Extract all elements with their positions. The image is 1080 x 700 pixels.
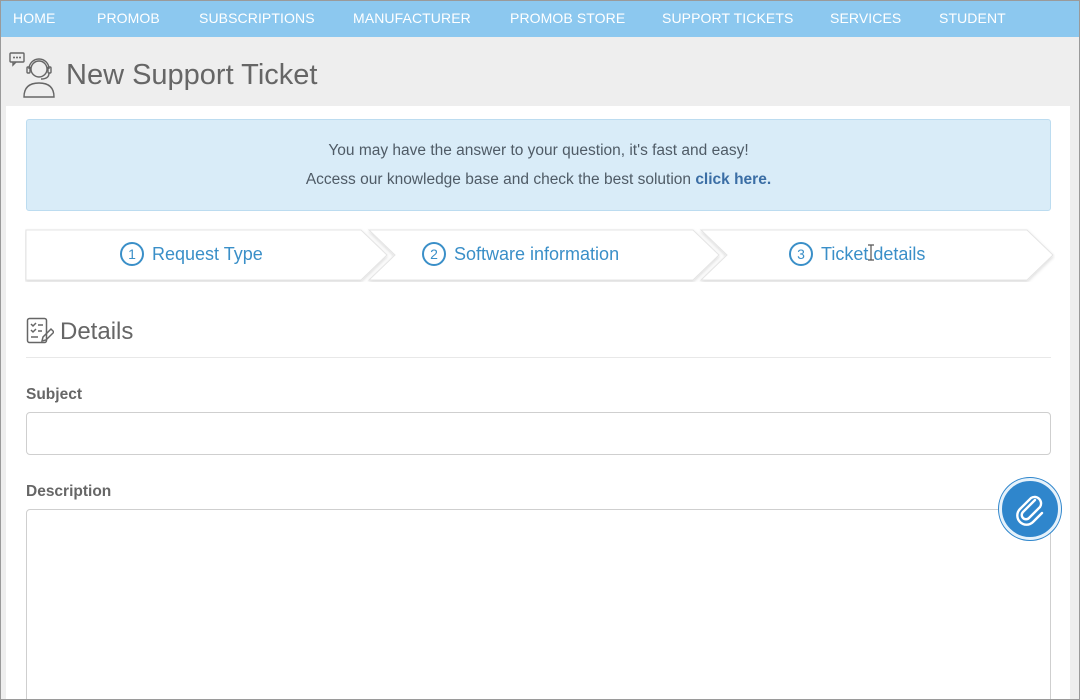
details-heading: Details	[60, 318, 134, 345]
nav-item-services[interactable]: SERVICES	[830, 10, 901, 26]
page-title: New Support Ticket	[66, 59, 318, 91]
nav-item-home[interactable]: HOME	[13, 10, 55, 26]
alert-line-2: Access our knowledge base and check the …	[27, 171, 1050, 189]
subject-input[interactable]	[26, 412, 1051, 455]
checklist-edit-icon	[26, 317, 54, 344]
step-number-2: 2	[422, 242, 446, 266]
app-window: HOME PROMOB SUBSCRIPTIONS MANUFACTURER P…	[0, 0, 1080, 700]
alert-line-1: You may have the answer to your question…	[328, 142, 749, 159]
nav-item-student[interactable]: STUDENT	[939, 10, 1006, 26]
step-number-1: 1	[120, 242, 144, 266]
details-divider	[26, 357, 1051, 358]
page-header: New Support Ticket	[1, 37, 1079, 107]
step-label-2: Software information	[454, 243, 620, 264]
text-cursor-icon	[868, 244, 874, 261]
step-wizard: 1 Request Type 2 Software information 3 …	[25, 228, 1055, 282]
description-textarea[interactable]	[26, 509, 1051, 699]
description-label: Description	[26, 483, 112, 500]
panel-edge	[1070, 106, 1079, 162]
top-nav: HOME PROMOB SUBSCRIPTIONS MANUFACTURER P…	[1, 1, 1079, 37]
step-request-type[interactable]: 1 Request Type	[120, 242, 263, 266]
support-agent-icon	[9, 52, 55, 98]
nav-item-manufacturer[interactable]: MANUFACTURER	[353, 10, 471, 26]
nav-item-promob-store[interactable]: PROMOB STORE	[510, 10, 625, 26]
subject-label: Subject	[26, 386, 82, 403]
step-number-3: 3	[789, 242, 813, 266]
nav-item-promob[interactable]: PROMOB	[97, 10, 160, 26]
nav-item-subscriptions[interactable]: SUBSCRIPTIONS	[199, 10, 315, 26]
nav-item-support-tickets[interactable]: SUPPORT TICKETS	[662, 10, 793, 26]
alert-line-2-text: Access our knowledge base and check the …	[305, 171, 691, 188]
step-software-information[interactable]: 2 Software information	[422, 242, 619, 266]
attach-file-button[interactable]	[999, 478, 1061, 540]
knowledge-base-alert: You may have the answer to your question…	[26, 119, 1051, 211]
knowledge-base-link[interactable]: click here.	[695, 171, 771, 188]
step-ticket-details[interactable]: 3 Ticket details	[789, 242, 925, 266]
paperclip-icon	[1016, 495, 1044, 526]
step-label-1: Request Type	[152, 243, 263, 264]
